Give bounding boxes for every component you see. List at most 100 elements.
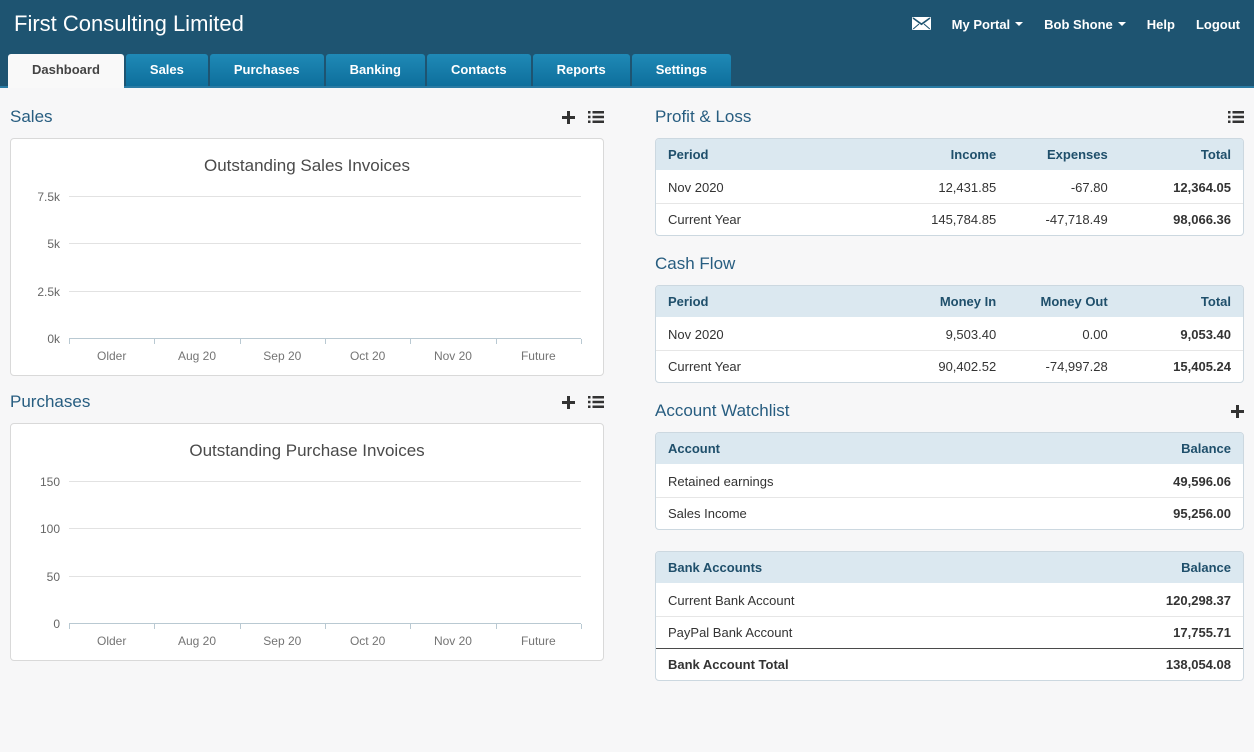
x-axis-tick-label: Oct 20	[325, 349, 410, 363]
pnl-section-title: Profit & Loss	[655, 107, 751, 127]
account-link[interactable]: Retained earnings	[656, 466, 1038, 497]
user-name-label: Bob Shone	[1044, 17, 1113, 32]
x-axis-tick	[581, 624, 582, 629]
my-portal-label: My Portal	[952, 17, 1011, 32]
column-header: Balance	[1038, 433, 1243, 466]
x-axis-tick-label: Future	[496, 634, 581, 648]
table-cell: 12,431.85	[873, 172, 1008, 203]
x-axis-tick-label: Future	[496, 349, 581, 363]
sales-chart-title: Outstanding Sales Invoices	[11, 156, 603, 176]
account-watchlist-table: AccountBalanceRetained earnings49,596.06…	[655, 432, 1244, 530]
purchases-section-title: Purchases	[10, 392, 90, 412]
x-axis-tick-label: Sep 20	[240, 634, 325, 648]
table-cell: -47,718.49	[1008, 203, 1120, 235]
top-menu: My Portal Bob Shone Help Logout	[912, 15, 1240, 33]
x-axis-tick	[240, 624, 241, 629]
tab-purchases[interactable]: Purchases	[210, 54, 324, 86]
y-axis-tick-label: 150	[40, 476, 60, 488]
profit-loss-table: PeriodIncomeExpensesTotalNov 202012,431.…	[655, 138, 1244, 236]
table-cell: Bank Account Total	[656, 648, 1038, 680]
table-cell: Nov 2020	[656, 319, 873, 350]
column-header: Money In	[873, 286, 1008, 319]
x-axis-tick	[410, 339, 411, 344]
cashflow-grid: PeriodMoney InMoney OutTotalNov 20209,50…	[656, 286, 1243, 382]
table-cell: Current Year	[656, 350, 873, 382]
list-icon[interactable]	[588, 396, 604, 408]
bars	[69, 482, 581, 624]
table-cell: 145,784.85	[873, 203, 1008, 235]
my-portal-menu[interactable]: My Portal	[952, 17, 1024, 32]
table-cell: 138,054.08	[1038, 648, 1243, 680]
table-cell: -74,997.28	[1008, 350, 1120, 382]
column-header: Bank Accounts	[656, 552, 1038, 585]
messages-button[interactable]	[912, 17, 931, 33]
column-header: Income	[873, 139, 1008, 172]
watchlist-grid: AccountBalanceRetained earnings49,596.06…	[656, 433, 1243, 529]
table-cell: 9,053.40	[1120, 319, 1243, 350]
table-cell: 90,402.52	[873, 350, 1008, 382]
user-menu[interactable]: Bob Shone	[1044, 17, 1126, 32]
caret-down-icon	[1118, 22, 1126, 26]
table-row: Current Bank Account120,298.37	[656, 585, 1243, 616]
table-cell: 120,298.37	[1038, 585, 1243, 616]
x-axis-tick-label: Aug 20	[154, 349, 239, 363]
list-icon[interactable]	[1228, 111, 1244, 123]
y-axis-tick-label: 7.5k	[37, 191, 60, 203]
x-axis-tick-label: Older	[69, 349, 154, 363]
tab-dashboard[interactable]: Dashboard	[8, 54, 124, 88]
table-cell: -67.80	[1008, 172, 1120, 203]
main-nav: Dashboard Sales Purchases Banking Contac…	[0, 48, 1254, 88]
table-row: Sales Income95,256.00	[656, 497, 1243, 529]
purchases-bar-chart: 050100150OlderAug 20Sep 20Oct 20Nov 20Fu…	[69, 482, 581, 624]
tab-sales[interactable]: Sales	[126, 54, 208, 86]
table-row: Nov 202012,431.85-67.8012,364.05	[656, 172, 1243, 203]
sales-section-header: Sales	[10, 106, 604, 128]
logout-link[interactable]: Logout	[1196, 17, 1240, 32]
tab-reports[interactable]: Reports	[533, 54, 630, 86]
account-link[interactable]: Current Bank Account	[656, 585, 1038, 616]
watchlist-section-header: Account Watchlist	[655, 400, 1244, 422]
caret-down-icon	[1015, 22, 1023, 26]
x-axis-tick	[154, 624, 155, 629]
column-header: Period	[656, 139, 873, 172]
tab-contacts[interactable]: Contacts	[427, 54, 531, 86]
table-cell: 95,256.00	[1038, 497, 1243, 529]
y-axis-tick-label: 2.5k	[37, 286, 60, 298]
right-column: Profit & Loss PeriodIncomeExpensesTotalN…	[655, 100, 1244, 698]
x-axis-tick	[496, 624, 497, 629]
x-axis-labels: OlderAug 20Sep 20Oct 20Nov 20Future	[69, 634, 581, 648]
table-cell: Current Year	[656, 203, 873, 235]
cashflow-section-title: Cash Flow	[655, 254, 735, 274]
x-axis-tick	[69, 339, 70, 344]
watchlist-section-title: Account Watchlist	[655, 401, 789, 421]
table-row: Bank Account Total138,054.08	[656, 648, 1243, 680]
column-header: Expenses	[1008, 139, 1120, 172]
account-link[interactable]: Sales Income	[656, 497, 1038, 529]
tab-banking[interactable]: Banking	[326, 54, 425, 86]
envelope-icon	[912, 17, 931, 33]
help-link[interactable]: Help	[1147, 17, 1175, 32]
x-axis-tick	[325, 339, 326, 344]
purchases-chart-title: Outstanding Purchase Invoices	[11, 441, 603, 461]
x-axis-tick-label: Older	[69, 634, 154, 648]
plus-icon[interactable]	[562, 111, 575, 124]
tab-settings[interactable]: Settings	[632, 54, 731, 86]
left-column: Sales Outstanding Sales Invoices 0k 2.5k 5…	[10, 100, 604, 698]
sales-section-title: Sales	[10, 107, 53, 127]
account-link[interactable]: PayPal Bank Account	[656, 616, 1038, 648]
list-icon[interactable]	[588, 111, 604, 123]
y-axis-tick-label: 5k	[47, 238, 60, 250]
cashflow-section-header: Cash Flow	[655, 253, 1244, 275]
plus-icon[interactable]	[1231, 405, 1244, 418]
y-axis-tick-label: 0	[53, 618, 60, 630]
column-header: Money Out	[1008, 286, 1120, 319]
dashboard-content: Sales Outstanding Sales Invoices 0k 2.5k 5…	[0, 88, 1254, 698]
table-row: Retained earnings49,596.06	[656, 466, 1243, 497]
bank-grid: Bank AccountsBalanceCurrent Bank Account…	[656, 552, 1243, 680]
table-cell: 98,066.36	[1120, 203, 1243, 235]
column-header: Total	[1120, 286, 1243, 319]
x-axis-tick	[581, 339, 582, 344]
plus-icon[interactable]	[562, 396, 575, 409]
y-axis-tick-label: 0k	[47, 333, 60, 345]
x-axis-tick	[496, 339, 497, 344]
